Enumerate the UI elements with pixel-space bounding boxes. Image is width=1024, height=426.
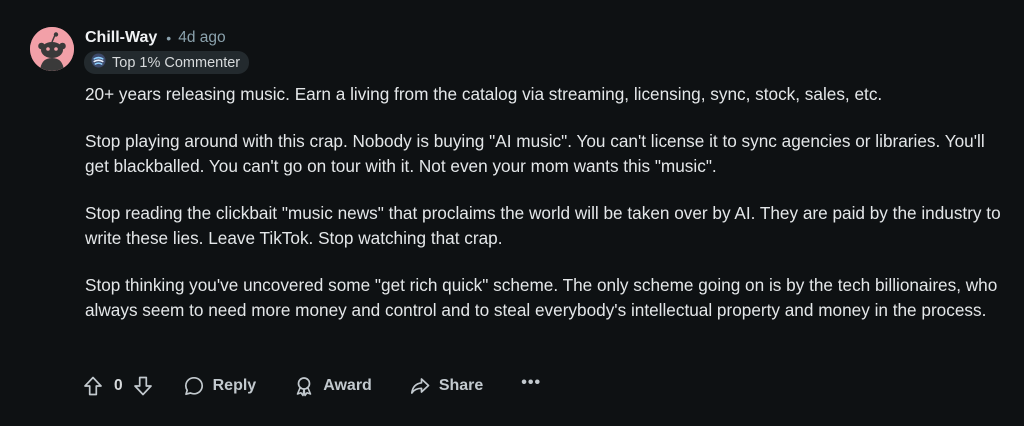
avatar[interactable] [30,27,74,71]
upvote-button[interactable] [82,375,104,397]
author-username[interactable]: Chill-Way [85,29,157,47]
comment-bubble-icon [184,376,203,396]
award-label: Award [323,377,372,394]
vote-count: 0 [114,377,123,394]
snoo-avatar-icon [30,27,74,71]
more-options-button[interactable]: ••• [521,374,541,398]
comment-paragraph: 20+ years releasing music. Earn a living… [85,84,883,104]
comment-paragraph: Stop playing around with this crap. Nobo… [85,131,985,176]
flair-label: Top 1% Commenter [112,54,241,71]
comment-paragraph: Stop thinking you've uncovered some "get… [85,275,998,320]
downvote-button[interactable] [132,375,154,397]
comment-body: 20+ years releasing music. Earn a living… [85,82,1005,345]
reply-button[interactable]: Reply [183,375,257,397]
comment: Chill-Way • 4d ago Top 1% Commenter 20+ … [0,0,1024,426]
award-ribbon-icon [296,377,312,397]
downvote-arrow-icon [133,376,152,396]
meta-separator: • [166,30,172,46]
comment-actions: 0 Reply Award Share ••• [82,372,541,400]
award-button[interactable]: Award [293,375,372,397]
timestamp[interactable]: 4d ago [178,29,225,47]
comment-meta: Chill-Way • 4d ago [85,28,226,48]
share-label: Share [438,377,484,394]
vote-group: 0 [82,375,154,397]
user-flair[interactable]: Top 1% Commenter [84,51,250,74]
top-commenter-badge-icon [91,52,106,73]
share-button[interactable]: Share [409,375,483,397]
reply-label: Reply [212,377,257,394]
share-arrow-icon [410,378,430,394]
upvote-arrow-icon [84,376,102,396]
comment-paragraph: Stop reading the clickbait "music news" … [85,203,1001,248]
